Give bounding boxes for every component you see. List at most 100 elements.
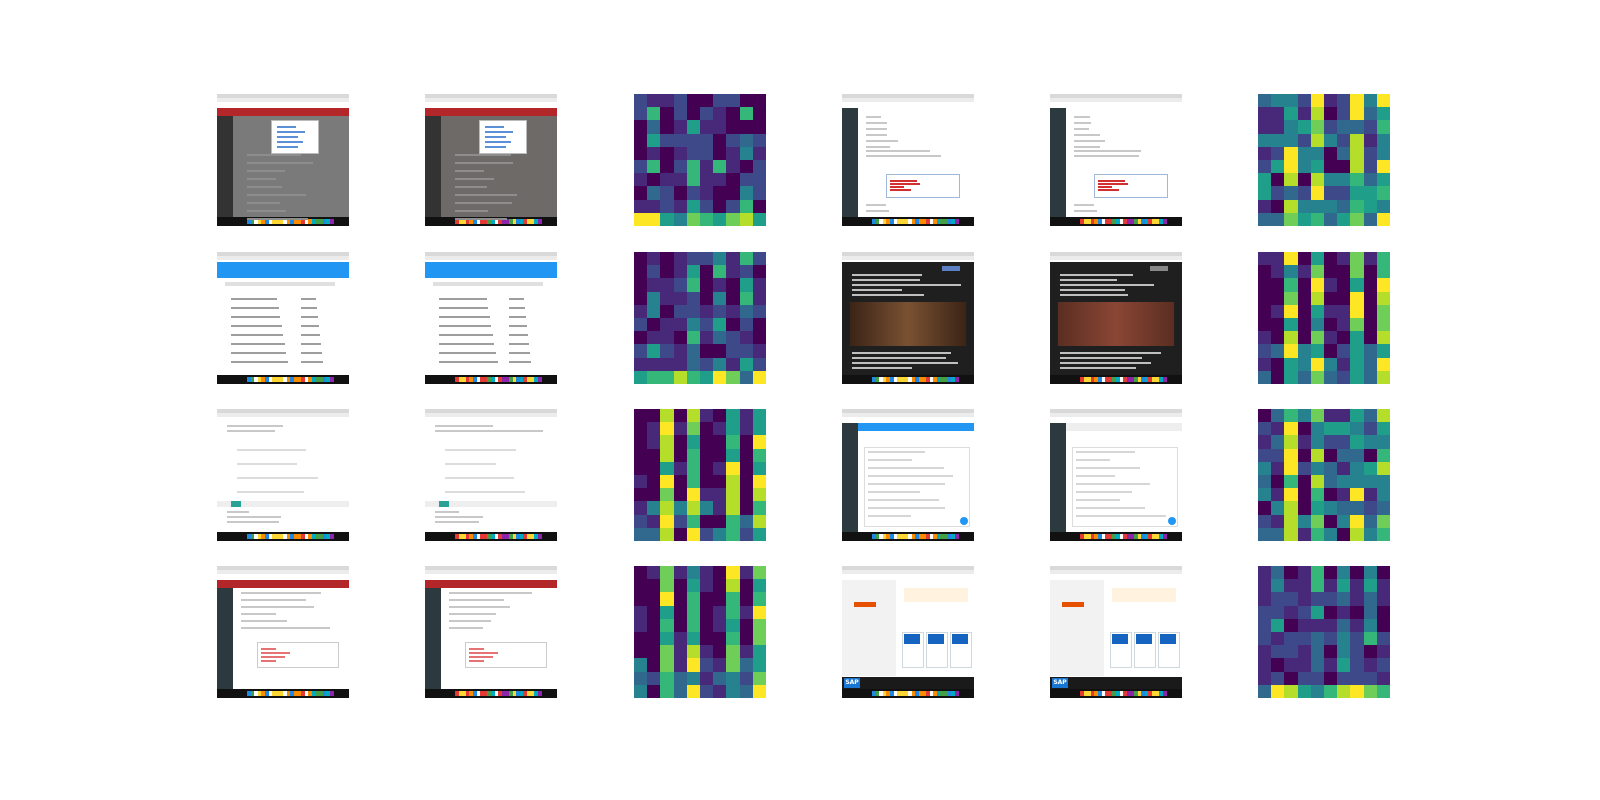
sap-logo: SAP [844,678,860,688]
heatmap-cell [1297,357,1312,372]
heatmap-cell [1284,199,1299,214]
heatmap-cell [752,448,766,463]
heatmap-cell [634,370,648,384]
heatmap-cell [1310,291,1325,306]
heatmap-cell [1324,265,1338,279]
heatmap-cell [660,94,675,108]
heatmap-cell [1310,252,1325,266]
heatmap-cell [1376,212,1390,226]
heatmap-cell [700,605,714,620]
heatmap-cell [1258,212,1272,226]
heatmap-cell [1310,527,1325,541]
heatmap-cell [1376,579,1390,593]
text-line [1074,134,1101,136]
text-line [449,606,511,608]
text-line [247,210,287,212]
heatmap-cell [1324,357,1338,372]
heatmap-cell [673,645,688,659]
heatmap-cell [686,146,701,161]
heatmap-cell [726,461,741,476]
heatmap-cell [1284,684,1299,698]
heatmap-cell [686,422,701,436]
heatmap-cell [1363,370,1378,384]
heatmap-cell [1271,461,1285,476]
heatmap-cell [1376,658,1390,673]
heatmap-cell [660,475,675,489]
heatmap-cell [1337,344,1351,359]
heatmap-cell [1337,566,1351,580]
heatmap-cell [1271,605,1285,620]
heatmap-cell [1310,435,1325,450]
heatmap-cell [1284,527,1299,541]
heatmap-cell [1297,160,1312,174]
heatmap-cell [713,645,727,659]
heatmap-cell [1363,186,1378,201]
heatmap-cell [700,199,714,214]
heatmap-cell [1324,94,1338,108]
browser-address-bar [842,98,974,102]
text-line [277,141,304,143]
heatmap-cell [1284,422,1299,436]
heatmap-cell [1350,186,1365,201]
heatmap-cell [1363,252,1378,266]
text-line [455,178,495,180]
heatmap-cell [1337,409,1351,423]
heatmap-cell [634,160,648,174]
heatmap-cell [660,278,675,293]
dock-app-icon [1162,691,1167,696]
heatmap-cell [1297,461,1312,476]
text-line [1098,183,1128,185]
heatmap-cell [1350,645,1365,659]
heatmap-cell [1376,160,1390,174]
heatmap-cell [739,291,754,306]
text-line [301,334,321,336]
heatmap-cell [1350,527,1365,541]
heatmap-cell [1337,475,1351,489]
heatmap-cell [1284,212,1299,226]
heatmap-cell [1284,501,1299,516]
heatmap-cell [686,291,701,306]
heatmap-cell [686,409,701,423]
heatmap-cell [1271,304,1285,319]
heatmap-cell [1363,618,1378,633]
heatmap-cell [1310,592,1325,607]
heatmap-cell [660,488,675,502]
heatmap-cell [1363,488,1378,502]
text-line [868,475,953,477]
heatmap-cell [660,658,675,673]
heatmap-cell [1363,94,1378,108]
heatmap-cell [1337,658,1351,673]
text-line [231,352,287,354]
heatmap-cell [1363,566,1378,580]
heatmap-cell [673,370,688,384]
heatmap-cell [1350,344,1365,359]
heatmap-cell [1310,265,1325,279]
heatmap-cell [739,684,754,698]
heatmap-cell [660,566,675,580]
heatmap-cell [726,579,741,593]
heatmap-cell [1297,186,1312,201]
heatmap-cell [647,278,661,293]
left-sidebar [1050,423,1066,532]
text-line [1060,294,1128,296]
app-header [217,108,349,116]
heatmap-cell [713,94,727,108]
heatmap-cell [1337,278,1351,293]
heatmap-cell [634,658,648,673]
left-sidebar [842,108,858,217]
heatmap-cell [1258,422,1272,436]
heatmap-cell [660,146,675,161]
heatmap-cell [1258,278,1272,293]
heatmap-cell [1337,684,1351,698]
heatmap-cell [713,120,727,135]
heatmap-cell [634,278,648,293]
heatmap-cell [700,278,714,293]
heatmap-cell [1350,435,1365,450]
floating-action-button [1168,517,1176,525]
heatmap-cell [647,357,661,372]
app-header [217,580,349,588]
heatmap-cell [752,357,766,372]
screenshot-thumbnail: SAP [1050,566,1182,698]
heatmap-cell [1363,461,1378,476]
text-line [435,521,480,523]
